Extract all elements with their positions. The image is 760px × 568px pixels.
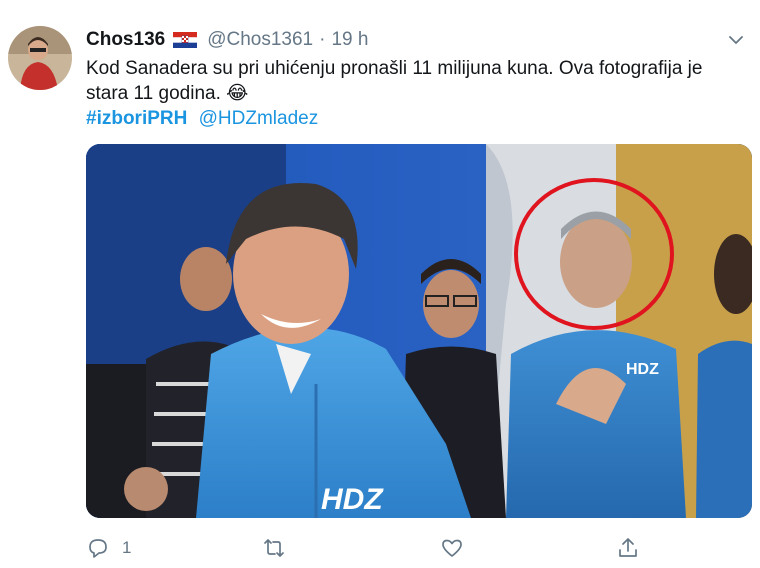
tweet-header: Chos136 @Chos1361 · 19 h — [86, 28, 750, 52]
reply-count: 1 — [122, 538, 132, 557]
chevron-down-icon[interactable] — [726, 30, 746, 50]
photo-image: HDZ HDZ — [86, 144, 752, 518]
reply-icon — [89, 539, 107, 558]
mention-link[interactable]: @HDZmladez — [199, 108, 319, 129]
heart-icon — [442, 539, 462, 557]
retweet-button[interactable] — [262, 536, 298, 560]
reply-button[interactable]: 1 — [86, 536, 131, 560]
jacket-logo-main: HDZ — [321, 483, 384, 516]
retweet-icon — [264, 539, 284, 557]
separator-dot: · — [319, 29, 326, 50]
avatar-image — [8, 26, 72, 90]
jacket-logo-right: HDZ — [626, 361, 659, 378]
tweet-photo[interactable]: HDZ HDZ — [86, 144, 752, 518]
tweet-text: Kod Sanadera su pri uhićenju pronašli 11… — [86, 58, 703, 104]
share-button[interactable] — [616, 536, 640, 560]
display-name[interactable]: Chos136 — [86, 29, 165, 51]
hashtag-link[interactable]: #izboriPRH — [86, 108, 187, 129]
avatar[interactable] — [8, 26, 72, 90]
share-icon — [619, 538, 637, 557]
like-button[interactable] — [440, 536, 476, 560]
tweet-tags: #izboriPRH @HDZmladez — [86, 106, 318, 131]
timestamp[interactable]: 19 h — [331, 29, 368, 51]
croatia-flag-icon — [173, 32, 198, 48]
tweet-actions: 1 — [86, 536, 686, 564]
user-handle[interactable]: @Chos1361 — [207, 29, 313, 51]
